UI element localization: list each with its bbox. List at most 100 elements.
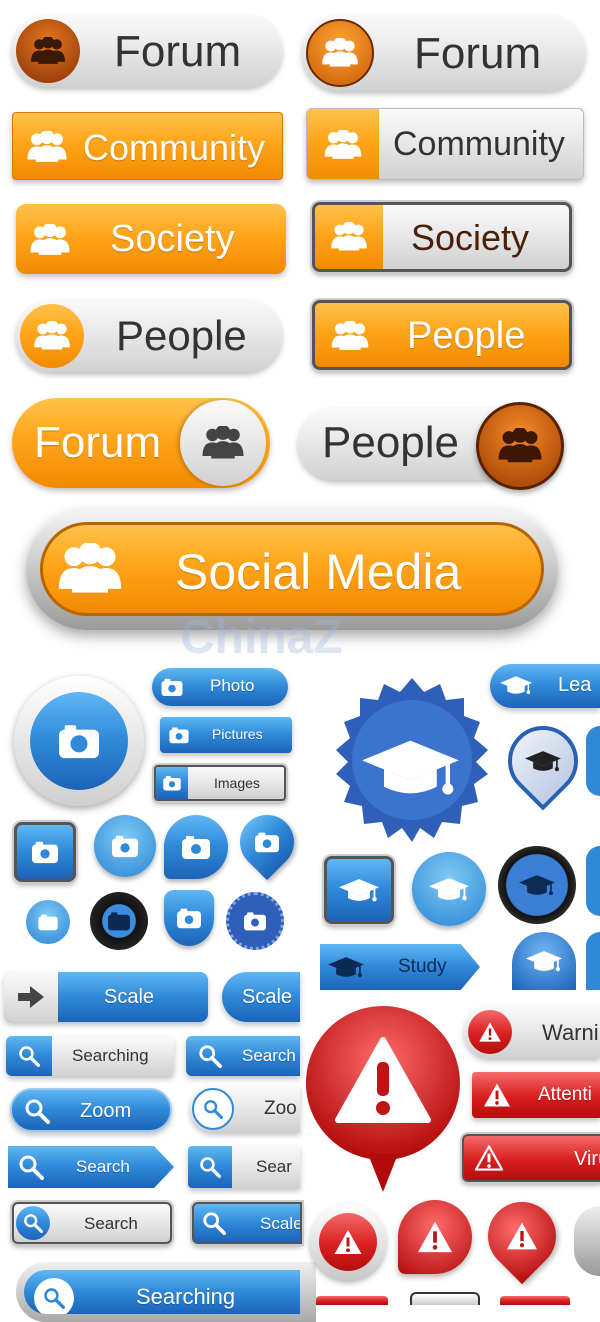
warning-strip-button-1[interactable] bbox=[316, 1296, 388, 1305]
search-icon bbox=[192, 1088, 234, 1130]
zoom-label: Zoom bbox=[80, 1100, 132, 1122]
graduation-pin-button[interactable] bbox=[493, 711, 593, 811]
people-icon bbox=[306, 19, 374, 87]
searching-label: Searching bbox=[136, 1284, 236, 1309]
forum-label: Forum bbox=[34, 418, 162, 467]
warning-icon bbox=[468, 1010, 512, 1054]
people-icon bbox=[307, 109, 379, 179]
forum-button-3[interactable]: Forum bbox=[12, 398, 270, 488]
virus-label: Virus bbox=[574, 1148, 600, 1170]
camera-map-pin-button[interactable] bbox=[228, 803, 306, 881]
search-icon bbox=[25, 1099, 50, 1124]
social-media-button[interactable]: Social Media bbox=[40, 522, 544, 616]
society-label: Society bbox=[411, 217, 530, 258]
search-button-partial-2[interactable]: Sear bbox=[188, 1146, 300, 1188]
graduation-ring-button[interactable] bbox=[498, 846, 576, 924]
forum-button-2[interactable]: Forum bbox=[302, 15, 585, 91]
pictures-label: Pictures bbox=[212, 726, 263, 742]
society-button-2[interactable]: Society bbox=[312, 202, 572, 272]
search-button-2[interactable]: Search bbox=[12, 1202, 172, 1244]
community-button-2[interactable]: Community bbox=[306, 108, 584, 180]
camera-icon bbox=[255, 832, 279, 853]
zoom-button-partial[interactable]: Zoo bbox=[190, 1086, 300, 1132]
graduation-seal-badge[interactable] bbox=[328, 676, 496, 844]
graduation-partial-button-3[interactable] bbox=[586, 932, 600, 990]
searching-button-1[interactable]: Searching bbox=[6, 1036, 174, 1076]
social-media-label: Social Media bbox=[175, 544, 462, 600]
searching-button-2[interactable]: Searching bbox=[24, 1270, 300, 1314]
warning-icon bbox=[507, 1222, 537, 1250]
learn-label: Lea bbox=[558, 674, 592, 696]
warning-strip-button-2[interactable] bbox=[410, 1292, 480, 1305]
community-button-1[interactable]: Community bbox=[12, 112, 283, 180]
camera-square-button[interactable] bbox=[14, 822, 76, 882]
watermark: ChinaZ bbox=[180, 611, 343, 664]
people-label: People bbox=[407, 315, 526, 357]
people-button-2[interactable]: People bbox=[312, 300, 572, 370]
people-icon bbox=[16, 19, 80, 83]
camera-icon bbox=[177, 908, 201, 929]
camera-icon bbox=[169, 727, 189, 744]
warning-partial-button[interactable] bbox=[574, 1206, 600, 1276]
camera-seal-button[interactable] bbox=[226, 892, 284, 950]
camera-tag-button[interactable] bbox=[164, 890, 214, 946]
search-button-1[interactable]: Search bbox=[8, 1146, 174, 1188]
warning-icon bbox=[334, 1230, 362, 1254]
images-label: Images bbox=[214, 775, 260, 791]
people-icon bbox=[331, 321, 369, 350]
graduation-partial-button[interactable] bbox=[586, 726, 600, 796]
warning-bubble-button[interactable] bbox=[398, 1200, 472, 1274]
warning-pin-button[interactable] bbox=[473, 1187, 571, 1285]
search-icon bbox=[34, 1278, 74, 1314]
photo-label: Photo bbox=[210, 676, 255, 695]
society-button-1[interactable]: Society bbox=[16, 204, 286, 274]
warning-button[interactable]: Warni bbox=[464, 1006, 600, 1058]
forum-button-1[interactable]: Forum bbox=[12, 15, 282, 87]
attention-label: Attenti bbox=[538, 1084, 592, 1105]
people-icon bbox=[30, 224, 70, 255]
people-icon bbox=[180, 400, 266, 486]
graduation-globe-button[interactable] bbox=[512, 932, 576, 990]
camera-icon bbox=[244, 912, 266, 931]
virus-button[interactable]: Virus bbox=[462, 1134, 600, 1182]
people-icon bbox=[20, 304, 84, 368]
warning-bubble-badge[interactable] bbox=[304, 1004, 462, 1196]
camera-icon bbox=[182, 836, 210, 859]
images-button[interactable]: Images bbox=[154, 765, 286, 801]
graduation-cap-icon bbox=[328, 957, 364, 978]
forum-label: Forum bbox=[114, 27, 242, 76]
scale-button-1[interactable]: Scale bbox=[4, 972, 208, 1022]
graduation-cap-icon bbox=[429, 878, 469, 901]
camera-round-small-button[interactable] bbox=[26, 900, 70, 944]
pictures-button[interactable]: Pictures bbox=[160, 717, 292, 753]
camera-icon bbox=[156, 767, 188, 799]
graduation-square-button[interactable] bbox=[324, 856, 394, 924]
search-button-partial-1[interactable]: Search bbox=[186, 1036, 300, 1076]
warning-round-button-1[interactable] bbox=[310, 1204, 386, 1280]
zoom-label: Zoo bbox=[264, 1098, 297, 1119]
search-icon bbox=[188, 1146, 232, 1188]
camera-bubble-button[interactable] bbox=[164, 815, 228, 879]
search-icon bbox=[6, 1036, 52, 1076]
scale-button-partial[interactable]: Scale bbox=[192, 1202, 302, 1244]
zoom-button[interactable]: Zoom bbox=[10, 1088, 172, 1132]
searching-label: Searching bbox=[72, 1046, 149, 1065]
warning-strip-button-3[interactable] bbox=[500, 1296, 570, 1305]
photo-button[interactable]: Photo bbox=[152, 668, 288, 706]
learn-button[interactable]: Lea bbox=[490, 664, 600, 708]
camera-big-button[interactable] bbox=[14, 676, 144, 806]
warning-disc bbox=[319, 1213, 377, 1271]
study-button[interactable]: Study bbox=[320, 944, 480, 990]
scale-button-2[interactable]: Scale bbox=[222, 972, 300, 1022]
camera-dark-ring-button[interactable] bbox=[90, 892, 148, 950]
graduation-partial-button-2[interactable] bbox=[586, 846, 600, 916]
people-icon bbox=[27, 131, 67, 162]
attention-button[interactable]: Attenti bbox=[472, 1072, 600, 1118]
camera-icon bbox=[38, 914, 58, 931]
graduation-circle-button[interactable] bbox=[412, 852, 486, 926]
forum-label: Forum bbox=[414, 29, 542, 78]
people-button-1[interactable]: People bbox=[16, 300, 282, 372]
warning-icon bbox=[474, 1145, 504, 1171]
society-label: Society bbox=[110, 218, 235, 260]
camera-pin-button[interactable] bbox=[94, 815, 156, 877]
